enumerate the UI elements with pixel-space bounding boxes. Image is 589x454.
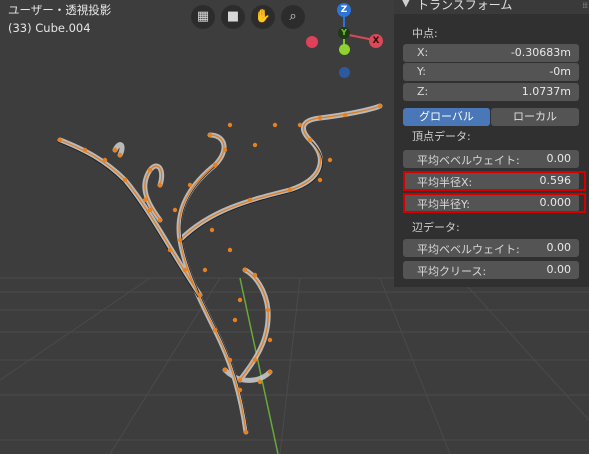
vertex-points [57,103,383,435]
edge-crease-field[interactable]: 平均クリース: 0.00 [403,261,579,279]
vertex-point[interactable] [177,237,183,243]
gizmo-neg-y-ball[interactable] [339,44,350,55]
vertex-point[interactable] [117,152,123,158]
vertex-point[interactable] [257,379,263,385]
vertex-point[interactable] [157,217,163,223]
gizmo-x-ball[interactable]: X [369,34,383,48]
gizmo-y-ball[interactable]: Y [338,27,350,39]
edge-data-label: 辺データ: [412,221,460,234]
vertex-point[interactable] [237,387,243,393]
vertex-point[interactable] [112,147,118,153]
highlight-box-radius-x [403,171,586,191]
midpoint-y-field[interactable]: Y: -0m [403,63,579,81]
field-label: 平均ベベルウェイト: [417,243,520,256]
field-value: -0m [549,65,571,78]
vertex-point[interactable] [172,207,178,213]
global-toggle[interactable]: グローバル [403,108,490,126]
vertex-point[interactable] [252,272,258,278]
field-value: 0.00 [546,263,572,276]
camera-icon[interactable]: ■ [221,5,245,29]
vertex-point[interactable] [317,177,323,183]
curve-mesh [57,103,383,435]
vertex-point[interactable] [232,317,238,323]
vertex-point[interactable] [157,182,163,188]
field-value: 0.00 [546,241,572,254]
vertex-point[interactable] [267,369,273,375]
vertex-point[interactable] [265,307,271,313]
vertex-point[interactable] [227,122,233,128]
vertex-point[interactable] [297,122,303,128]
transform-panel: ▼ トランスフォーム ⁞⁞⁞ 中点: X: -0.30683m Y: -0m Z… [394,0,589,287]
midpoint-label: 中点: [412,27,438,40]
vertex-point[interactable] [252,142,258,148]
vertex-point[interactable] [317,115,323,121]
floor-grid [0,277,589,454]
vertex-point[interactable] [142,197,148,203]
vertex-point[interactable] [202,267,208,273]
vertex-point[interactable] [247,197,253,203]
vertex-point[interactable] [237,297,243,303]
field-label: 平均ベベルウェイト: [417,154,520,167]
vertex-point[interactable] [222,147,228,153]
vertex-point[interactable] [307,137,313,143]
vertex-point[interactable] [212,327,218,333]
field-value: -0.30683m [510,46,571,59]
vertex-point[interactable] [272,122,278,128]
gizmo-neg-z-ball[interactable] [339,67,350,78]
field-value: 1.0737m [521,85,571,98]
panel-title: トランスフォーム [417,0,513,12]
vertex-point[interactable] [327,157,333,163]
vertex-point[interactable] [207,132,213,138]
midpoint-z-field[interactable]: Z: 1.0737m [403,83,579,101]
vertex-point[interactable] [342,112,348,118]
edge-bevel-weight-field[interactable]: 平均ベベルウェイト: 0.00 [403,239,579,257]
vertex-point[interactable] [237,377,243,383]
vertex-bevel-weight-field[interactable]: 平均ベベルウェイト: 0.00 [403,150,579,168]
grid-view-icon[interactable]: ▦ [191,5,215,29]
vertex-point[interactable] [227,357,233,363]
gizmo-neg-x-ball[interactable] [306,36,318,48]
panel-header[interactable]: ▼ トランスフォーム [394,0,589,14]
vertex-point[interactable] [227,247,233,253]
vertex-point[interactable] [182,267,188,273]
vertex-point[interactable] [147,167,153,173]
active-object-label: (33) Cube.004 [8,21,91,35]
field-value: 0.00 [546,152,572,165]
field-label: Z: [417,85,429,98]
gizmo-z-ball[interactable]: Z [337,3,351,17]
vertex-point[interactable] [57,137,63,143]
field-label: 平均クリース: [417,265,487,278]
vertex-point[interactable] [187,182,193,188]
vertex-data-label: 頂点データ: [412,130,471,143]
highlight-box-radius-y [403,193,586,213]
hand-pan-icon[interactable]: ✋ [251,5,275,29]
collapse-arrow-icon[interactable]: ▼ [402,0,410,9]
vertex-point[interactable] [243,429,249,435]
vertex-point[interactable] [242,267,248,273]
vertex-point[interactable] [197,292,203,298]
vertex-point[interactable] [102,157,108,163]
vertex-point[interactable] [212,162,218,168]
navigation-gizmo[interactable]: Z Y X [300,0,390,85]
midpoint-x-field[interactable]: X: -0.30683m [403,44,579,62]
vertex-point[interactable] [287,187,293,193]
field-label: Y: [417,65,426,78]
vertex-point[interactable] [167,247,173,253]
panel-grip-icon[interactable]: ⁞⁞⁞ [582,1,588,10]
vertex-point[interactable] [122,177,128,183]
viewport-view-label: ユーザー・透視投影 [8,3,112,17]
vertex-point[interactable] [252,357,258,363]
field-label: X: [417,46,429,59]
vertex-point[interactable] [209,227,215,233]
local-toggle[interactable]: ローカル [491,108,579,126]
vertex-point[interactable] [377,103,383,109]
vertex-point[interactable] [147,207,153,213]
vertex-point[interactable] [82,147,88,153]
vertex-point[interactable] [222,367,228,373]
vertex-point[interactable] [267,337,273,343]
